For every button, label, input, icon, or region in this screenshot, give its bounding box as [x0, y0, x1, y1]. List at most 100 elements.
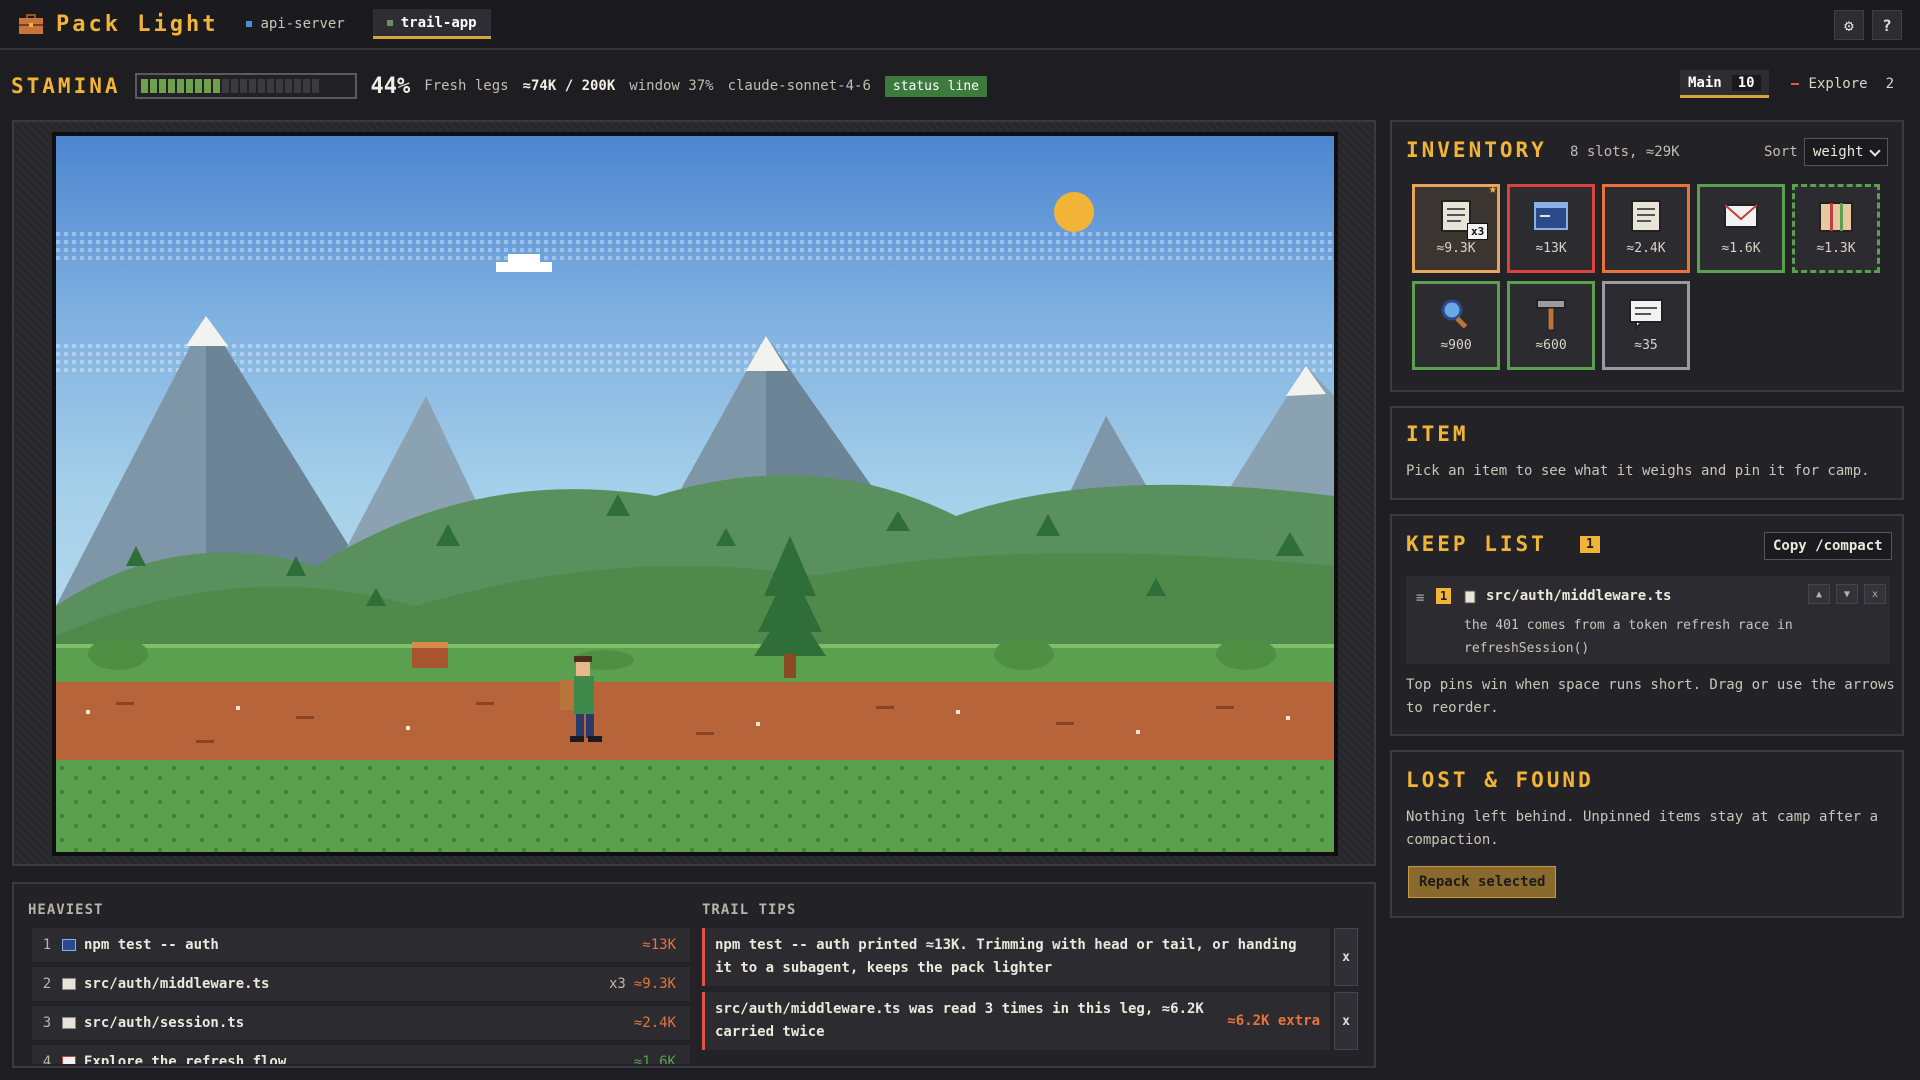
- drag-handle-icon[interactable]: ≡: [1416, 590, 1424, 606]
- chevron-down-icon: [1869, 145, 1881, 157]
- copy-compact-button[interactable]: Copy /compact: [1764, 532, 1892, 560]
- sun: [1054, 192, 1094, 232]
- slot-weight: ≈13K: [1535, 241, 1567, 256]
- inventory-slot[interactable]: ≈13K: [1507, 184, 1595, 273]
- slot-weight: ≈1.6K: [1721, 241, 1761, 256]
- top-bar: Pack Light api-server trail-app ⚙ ?: [0, 0, 1920, 50]
- inventory-grid: x3 ★ ≈9.3K ≈13K ≈2.4K ≈1.6K ≈1.3K ≈900 ≈…: [1412, 181, 1892, 370]
- row-index: 3: [42, 1015, 52, 1031]
- hammer-icon: [1536, 299, 1566, 331]
- tab-trail-app[interactable]: trail-app: [372, 9, 491, 39]
- row-name: src/auth/session.ts: [84, 1015, 245, 1031]
- stamina-label: STAMINA: [11, 74, 121, 98]
- keep-list-item[interactable]: ≡ 1 src/auth/middleware.ts the 401 comes…: [1406, 576, 1890, 664]
- mail-icon: [1724, 204, 1758, 228]
- explore-marker-icon: [1790, 83, 1799, 85]
- row-index: 2: [42, 976, 52, 992]
- tip-text: src/auth/middleware.ts was read 3 times …: [715, 1001, 1204, 1040]
- row-index: 4: [42, 1054, 52, 1064]
- stamina-segment: [239, 79, 247, 93]
- game-scene[interactable]: [52, 132, 1338, 856]
- window-usage: window 37%: [629, 78, 714, 94]
- keep-item-file: src/auth/middleware.ts: [1486, 588, 1672, 604]
- inventory-slot[interactable]: ≈2.4K: [1602, 184, 1690, 273]
- file-icon: [62, 978, 76, 990]
- tab-dot-icon: [386, 19, 393, 26]
- stamina-segment: [284, 79, 292, 93]
- row-name: npm test -- auth: [84, 937, 219, 953]
- inventory-panel: INVENTORY 8 slots, ≈29K Sort weight x3 ★…: [1390, 120, 1904, 392]
- move-down-button[interactable]: ▼: [1836, 584, 1858, 604]
- stamina-meter: [134, 73, 357, 99]
- inventory-slot[interactable]: ≈35: [1602, 281, 1690, 370]
- row-weight: ≈1.6K: [633, 1054, 676, 1064]
- heaviest-row[interactable]: 1 npm test -- auth ≈13K: [32, 928, 690, 962]
- dismiss-tip-button[interactable]: x: [1334, 992, 1358, 1050]
- keep-list-panel: KEEP LIST 1 Copy /compact ≡ 1 src/auth/m…: [1390, 514, 1904, 736]
- inventory-slot[interactable]: ≈600: [1507, 281, 1595, 370]
- slot-weight: ≈600: [1535, 338, 1567, 353]
- stamina-segment: [311, 79, 319, 93]
- mode-tab-count: 2: [1885, 76, 1894, 92]
- trail-tip: src/auth/middleware.ts was read 3 times …: [702, 992, 1358, 1050]
- row-weight: ≈2.4K: [633, 1015, 676, 1031]
- tab-api-server[interactable]: api-server: [232, 9, 358, 39]
- stamina-segment: [230, 79, 238, 93]
- inventory-slot[interactable]: ≈1.3K: [1792, 184, 1880, 273]
- keep-item-note: the 401 comes from a token refresh race …: [1464, 618, 1793, 656]
- inventory-slot[interactable]: ≈1.6K: [1697, 184, 1785, 273]
- magnifier-icon: [1441, 299, 1468, 329]
- stamina-segment: [158, 79, 166, 93]
- slot-weight: ≈1.3K: [1816, 241, 1856, 256]
- help-button[interactable]: ?: [1872, 10, 1902, 40]
- sort-select[interactable]: weight: [1804, 138, 1888, 166]
- slot-weight: ≈900: [1440, 338, 1472, 353]
- heaviest-row[interactable]: 4 Explore the refresh flow ≈1.6K: [32, 1045, 690, 1064]
- file-icon: [1464, 590, 1476, 604]
- inventory-slot[interactable]: x3 ★ ≈9.3K: [1412, 181, 1500, 273]
- help-icon: ?: [1882, 15, 1892, 35]
- gear-icon: ⚙: [1844, 15, 1854, 35]
- slot-weight: ≈2.4K: [1626, 241, 1666, 256]
- slot-weight: ≈9.3K: [1436, 241, 1476, 256]
- move-up-button[interactable]: ▲: [1808, 584, 1830, 604]
- item-panel: ITEM Pick an item to see what it weighs …: [1390, 406, 1904, 500]
- scroll-icon: [1631, 200, 1661, 232]
- remove-pin-button[interactable]: x: [1864, 584, 1886, 604]
- heaviest-row[interactable]: 3 src/auth/session.ts ≈2.4K: [32, 1006, 690, 1040]
- stamina-segment: [221, 79, 229, 93]
- repack-selected-button[interactable]: Repack selected: [1408, 866, 1557, 898]
- token-count: ≈74K / 200K: [522, 78, 616, 94]
- lost-found-title: LOST & FOUND: [1406, 768, 1594, 792]
- row-multiplier: x3: [608, 976, 626, 992]
- settings-button[interactable]: ⚙: [1834, 10, 1864, 40]
- model-name: claude-sonnet-4-6: [727, 78, 871, 94]
- keep-list-count: 1: [1580, 536, 1600, 553]
- dismiss-tip-button[interactable]: x: [1334, 928, 1358, 986]
- pin-star-icon: ★: [1488, 181, 1497, 197]
- stack-badge: x3: [1467, 223, 1489, 240]
- terminal-icon: [62, 939, 76, 951]
- row-index: 1: [42, 937, 52, 953]
- row-weight: ≈9.3K: [633, 976, 676, 992]
- stamina-segment: [266, 79, 274, 93]
- stamina-segment: [167, 79, 175, 93]
- mode-tab-label: Main: [1687, 74, 1722, 91]
- status-line-badge[interactable]: status line: [884, 75, 987, 97]
- heaviest-row[interactable]: 2 src/auth/middleware.ts x3 ≈9.3K: [32, 967, 690, 1001]
- sort-label: Sort: [1764, 144, 1798, 160]
- sort-value: weight: [1813, 144, 1864, 160]
- stamina-segment: [257, 79, 265, 93]
- stamina-mood: Fresh legs: [424, 78, 509, 94]
- mode-tab-explore[interactable]: Explore 2: [1783, 70, 1902, 98]
- inventory-slot[interactable]: ≈900: [1412, 281, 1500, 370]
- mode-tabs: Main 10 Explore 2: [1679, 70, 1902, 98]
- item-description: Pick an item to see what it weighs and p…: [1406, 463, 1870, 479]
- heaviest-caption: HEAVIEST: [28, 902, 104, 918]
- stamina-segment: [149, 79, 157, 93]
- bottom-panel: HEAVIEST TRAIL TIPS 1 npm test -- auth ≈…: [12, 882, 1376, 1068]
- stamina-segment: [293, 79, 301, 93]
- tab-dot-icon: [246, 21, 253, 27]
- tab-label: api-server: [260, 16, 345, 32]
- mode-tab-main[interactable]: Main 10: [1679, 70, 1769, 98]
